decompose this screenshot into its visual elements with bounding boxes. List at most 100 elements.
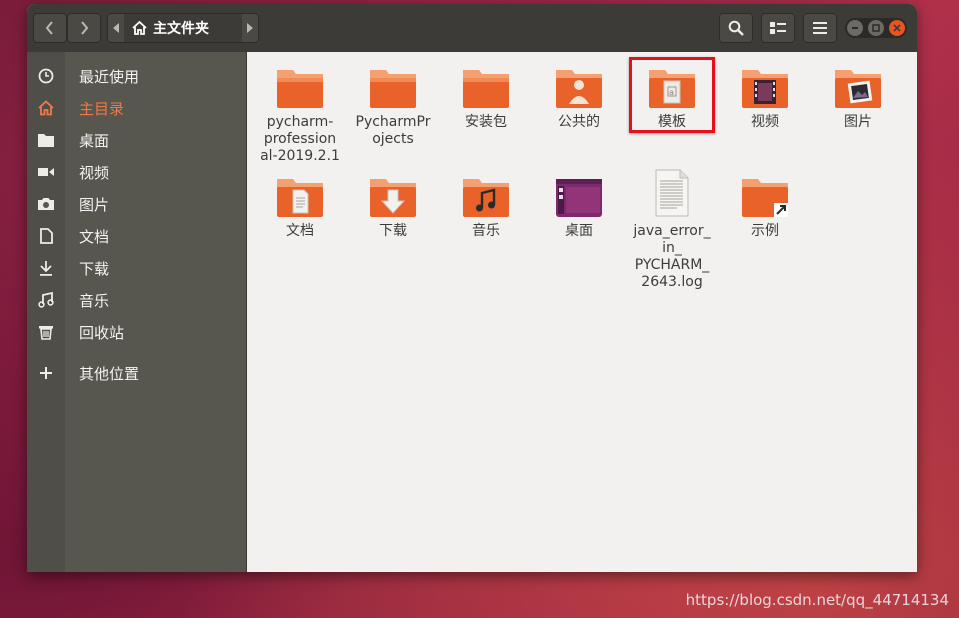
sidebar: 最近使用 主目录 桌面 视频 图片 文档 下载 音乐 回收站 其他位置 (27, 52, 247, 572)
sidebar-item-label: 主目录 (79, 99, 125, 118)
sidebar-item-videos[interactable]: 视频 (27, 157, 247, 187)
file-name: 示例 (751, 223, 779, 239)
trash-icon (37, 323, 55, 341)
back-button[interactable] (33, 13, 67, 43)
file-item[interactable]: 图片 (818, 66, 898, 131)
highlight-annotation-box (629, 57, 715, 133)
file-name: 安装包 (465, 114, 507, 130)
file-item[interactable]: 公共的 (539, 66, 619, 131)
chevron-left-icon (45, 21, 53, 35)
chevron-right-icon (81, 21, 89, 35)
file-view: pycharm- profession al-2019.2.1 PycharmP… (247, 52, 917, 572)
folder-icon (275, 66, 325, 110)
sidebar-item-home[interactable]: 主目录 (27, 93, 247, 123)
file-item[interactable]: 视频 (725, 66, 805, 131)
file-name: PYCHARM_ (634, 257, 710, 273)
file-name: 下载 (379, 223, 407, 239)
download-icon (37, 259, 55, 277)
file-name: 视频 (751, 114, 779, 130)
file-item[interactable]: 文档 (260, 175, 340, 240)
file-name: al-2019.2.1 (260, 148, 340, 164)
file-item[interactable]: 安装包 (446, 66, 526, 131)
file-name: 2643.log (641, 274, 703, 290)
document-icon (37, 227, 55, 245)
path-scroll-left-button[interactable] (108, 14, 124, 42)
file-item[interactable]: 下载 (353, 175, 433, 240)
public-folder-icon (554, 66, 604, 110)
triangle-left-icon (113, 23, 119, 33)
home-icon (37, 99, 55, 117)
file-name: 桌面 (565, 223, 593, 239)
file-name: PycharmPr (355, 114, 431, 130)
sidebar-item-trash[interactable]: 回收站 (27, 317, 247, 347)
sidebar-item-downloads[interactable]: 下载 (27, 253, 247, 283)
close-button[interactable] (889, 20, 905, 36)
file-name: ojects (372, 131, 414, 147)
sidebar-item-label: 最近使用 (79, 67, 140, 86)
sidebar-item-label: 视频 (79, 163, 110, 182)
search-icon (728, 20, 744, 36)
file-item[interactable]: pycharm- profession al-2019.2.1 (260, 66, 340, 165)
clock-icon (37, 67, 55, 85)
sidebar-item-documents[interactable]: 文档 (27, 221, 247, 251)
minimize-icon (852, 27, 858, 29)
path-crumb-home[interactable]: 主文件夹 (124, 14, 242, 42)
folder-icon (461, 66, 511, 110)
location-label: 主文件夹 (153, 21, 209, 37)
videos-folder-icon (740, 66, 790, 110)
sidebar-item-label: 回收站 (79, 323, 125, 342)
file-name: in_ (662, 240, 682, 256)
file-manager-window: 主文件夹 最近使用 主目录 桌面 视频 图片 文档 下载 音乐 回收站 其他位置… (27, 4, 917, 572)
file-item[interactable]: 桌面 (539, 175, 619, 240)
home-icon (132, 21, 147, 35)
music-folder-icon (461, 175, 511, 219)
text-file-icon (647, 169, 697, 217)
examples-folder-icon (740, 175, 790, 219)
sidebar-item-pictures[interactable]: 图片 (27, 189, 247, 219)
desktop-folder-icon (554, 175, 604, 219)
search-button[interactable] (719, 13, 753, 43)
window-controls (845, 18, 907, 38)
minimize-button[interactable] (847, 20, 863, 36)
sidebar-item-label: 音乐 (79, 291, 110, 310)
sidebar-item-label: 文档 (79, 227, 110, 246)
pictures-folder-icon (833, 66, 883, 110)
sidebar-item-label: 桌面 (79, 131, 110, 150)
file-item[interactable]: PycharmPr ojects (353, 66, 433, 148)
headerbar: 主文件夹 (27, 4, 917, 52)
sidebar-item-label: 图片 (79, 195, 110, 214)
sidebar-item-desktop[interactable]: 桌面 (27, 125, 247, 155)
path-scroll-right-button[interactable] (242, 14, 258, 42)
maximize-button[interactable] (868, 20, 884, 36)
folder-icon (37, 131, 55, 149)
menu-button[interactable] (803, 13, 837, 43)
file-name: pycharm- (266, 114, 334, 130)
file-item[interactable]: java_error_ in_ PYCHARM_ 2643.log (632, 169, 712, 291)
view-toggle-button[interactable] (761, 13, 795, 43)
file-item[interactable]: 音乐 (446, 175, 526, 240)
sidebar-item-music[interactable]: 音乐 (27, 285, 247, 315)
downloads-folder-icon (368, 175, 418, 219)
sidebar-item-label: 下载 (79, 259, 110, 278)
video-icon (37, 163, 55, 181)
folder-icon (368, 66, 418, 110)
forward-button[interactable] (67, 13, 101, 43)
sidebar-item-label: 其他位置 (79, 364, 140, 383)
watermark-text: https://blog.csdn.net/qq_44714134 (685, 591, 949, 609)
camera-icon (37, 195, 55, 213)
sidebar-item-recent[interactable]: 最近使用 (27, 61, 247, 91)
close-icon (893, 24, 901, 32)
file-name: 音乐 (472, 223, 500, 239)
path-bar: 主文件夹 (107, 13, 259, 43)
music-icon (37, 291, 55, 309)
sidebar-item-other-locations[interactable]: 其他位置 (27, 358, 247, 388)
file-name: 公共的 (558, 114, 600, 130)
file-name: 图片 (844, 114, 872, 130)
file-item[interactable]: 示例 (725, 175, 805, 240)
maximize-icon (872, 24, 880, 32)
plus-icon (37, 364, 55, 382)
documents-folder-icon (275, 175, 325, 219)
file-name: 文档 (286, 223, 314, 239)
file-name: profession (263, 131, 337, 147)
triangle-right-icon (247, 23, 253, 33)
